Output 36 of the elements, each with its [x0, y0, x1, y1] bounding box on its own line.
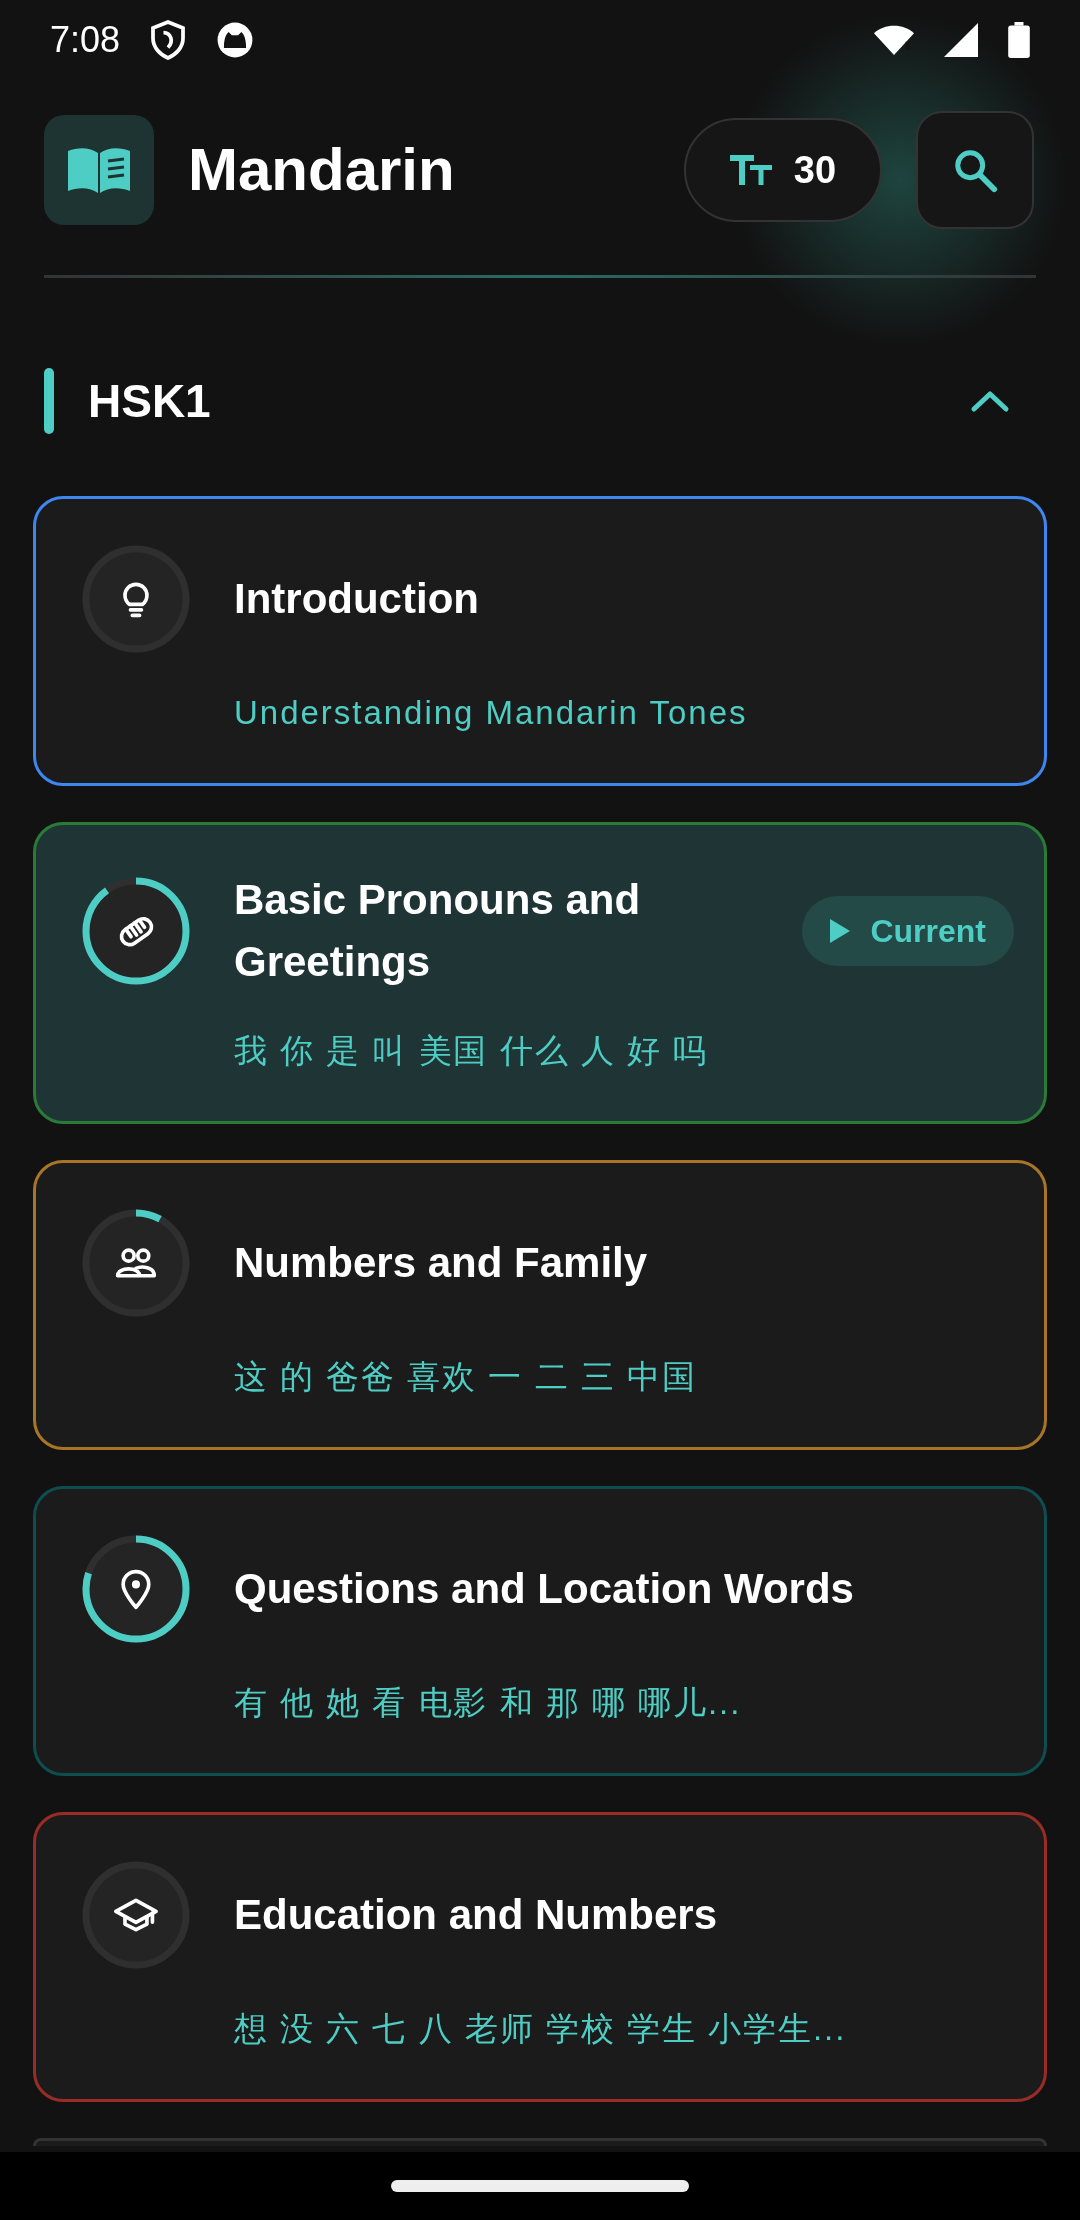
wifi-icon — [874, 23, 914, 57]
current-badge: Current — [802, 896, 1014, 966]
lesson-subtitle: 我 你 是 叫 美国 什么 人 好 吗 — [234, 1031, 709, 1071]
lesson-subtitle: 想 没 六 七 八 老师 学校 学生 小学生... — [234, 2009, 848, 2049]
graduation-cap-icon — [114, 1898, 158, 1932]
lesson-title: Numbers and Family — [234, 1238, 649, 1288]
section-accent-bar — [44, 368, 54, 434]
lesson-title: Basic Pronouns and Greetings — [234, 875, 642, 987]
book-icon — [66, 145, 132, 195]
bulb-icon — [123, 582, 149, 618]
text-size-icon — [729, 155, 772, 185]
lesson-card[interactable]: Introduction Understanding Mandarin Tones — [33, 496, 1047, 786]
play-icon — [830, 919, 851, 943]
app-title: Mandarin — [188, 135, 455, 205]
lesson-card[interactable]: Questions and Location Words 有 他 她 看 电影 和 那 哪 哪儿... — [33, 1486, 1047, 1776]
lesson-card[interactable]: Basic Pronouns and Greetings Current 我 你 是 叫 美国 什么 人 好 吗 — [33, 822, 1047, 1124]
search-icon — [952, 147, 998, 193]
shield-icon — [150, 20, 187, 60]
lesson-title: Questions and Location Words — [234, 1564, 855, 1614]
section-title: HSK1 — [88, 373, 211, 429]
battery-icon — [1008, 22, 1030, 58]
cat-face-icon — [216, 21, 255, 59]
lesson-title: Introduction — [234, 574, 480, 624]
lesson-subtitle: 有 他 她 看 电影 和 那 哪 哪儿... — [234, 1683, 743, 1723]
status-time: 7:08 — [50, 18, 121, 62]
lesson-title: Education and Numbers — [234, 1890, 719, 1940]
search-button[interactable] — [916, 111, 1034, 229]
font-size-button[interactable]: 30 — [684, 118, 882, 222]
lesson-card[interactable]: Education and Numbers 想 没 六 七 八 老师 学校 学生 小学生... — [33, 1812, 1047, 2102]
lesson-subtitle: Understanding Mandarin Tones — [234, 693, 749, 733]
signal-icon — [944, 23, 978, 57]
chevron-icon[interactable] — [970, 389, 1010, 413]
location-pin-icon — [121, 1569, 151, 1610]
lesson-card[interactable]: Numbers and Family 这 的 爸爸 喜欢 一 二 三 中国 — [33, 1160, 1047, 1450]
lesson-subtitle: 这 的 爸爸 喜欢 一 二 三 中国 — [234, 1357, 698, 1397]
people-icon — [115, 1248, 157, 1278]
